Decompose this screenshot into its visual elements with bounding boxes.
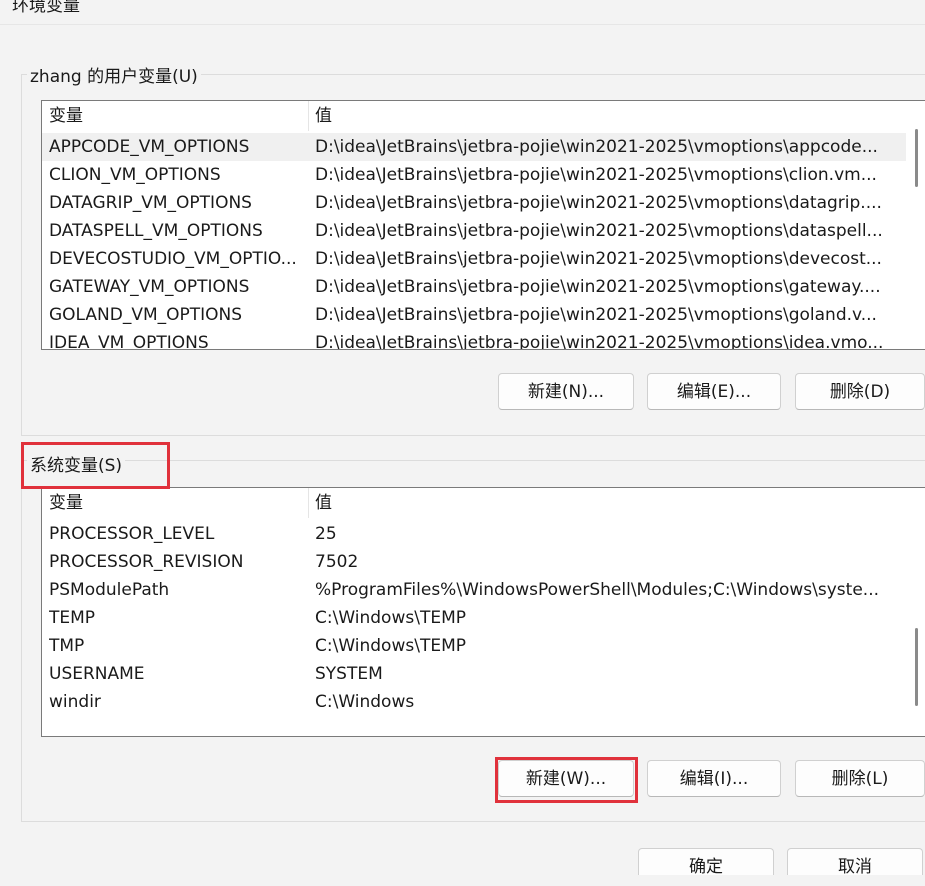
system-list-scrollbar[interactable] bbox=[906, 488, 925, 736]
table-row[interactable]: USERNAME SYSTEM bbox=[42, 660, 925, 688]
variable-name: GOLAND_VM_OPTIONS bbox=[49, 305, 243, 325]
user-edit-button[interactable]: 编辑(E)... bbox=[647, 373, 781, 410]
list-header: 变量 值 bbox=[42, 488, 925, 518]
variable-value: D:\idea\JetBrains\jetbra-pojie\win2021-2… bbox=[315, 137, 878, 157]
table-row[interactable]: DATAGRIP_VM_OPTIONS D:\idea\JetBrains\je… bbox=[42, 189, 925, 217]
column-header-value[interactable]: 值 bbox=[308, 101, 908, 131]
scrollbar-thumb[interactable] bbox=[915, 628, 918, 706]
user-delete-button[interactable]: 删除(D) bbox=[795, 373, 925, 410]
table-row[interactable]: DEVECOSTUDIO_VM_OPTIO... D:\idea\JetBrai… bbox=[42, 245, 925, 273]
column-header-value[interactable]: 值 bbox=[308, 488, 908, 518]
variable-name: windir bbox=[49, 692, 101, 712]
user-variables-list[interactable]: 变量 值 APPCODE_VM_OPTIONS D:\idea\JetBrain… bbox=[41, 100, 925, 350]
system-new-button[interactable]: 新建(W)... bbox=[498, 760, 634, 797]
user-variables-label: zhang 的用户变量(U) bbox=[27, 62, 201, 87]
window-title: 环境变量 bbox=[12, 0, 80, 16]
variable-name: DEVECOSTUDIO_VM_OPTIO... bbox=[49, 249, 297, 269]
variable-value: C:\Windows bbox=[315, 692, 415, 712]
variable-value: SYSTEM bbox=[315, 664, 383, 684]
variable-value: D:\idea\JetBrains\jetbra-pojie\win2021-2… bbox=[315, 165, 877, 185]
variable-name: APPCODE_VM_OPTIONS bbox=[49, 137, 250, 157]
variable-name: CLION_VM_OPTIONS bbox=[49, 165, 221, 185]
table-row[interactable]: windir C:\Windows bbox=[42, 688, 925, 716]
table-row[interactable]: GATEWAY_VM_OPTIONS D:\idea\JetBrains\jet… bbox=[42, 273, 925, 301]
list-header: 变量 值 bbox=[42, 101, 925, 131]
variable-name: TMP bbox=[49, 636, 85, 656]
table-row[interactable]: IDEA_VM_OPTIONS D:\idea\JetBrains\jetbra… bbox=[42, 329, 925, 350]
table-row[interactable]: CLION_VM_OPTIONS D:\idea\JetBrains\jetbr… bbox=[42, 161, 925, 189]
table-row[interactable]: APPCODE_VM_OPTIONS D:\idea\JetBrains\jet… bbox=[42, 133, 925, 161]
system-variables-list[interactable]: 变量 值 PROCESSOR_LEVEL 25 PROCESSOR_REVISI… bbox=[41, 487, 925, 737]
table-row[interactable]: PSModulePath %ProgramFiles%\WindowsPower… bbox=[42, 576, 925, 604]
table-row[interactable]: DATASPELL_VM_OPTIONS D:\idea\JetBrains\j… bbox=[42, 217, 925, 245]
variable-name: TEMP bbox=[49, 608, 96, 628]
variable-value: D:\idea\JetBrains\jetbra-pojie\win2021-2… bbox=[315, 249, 882, 269]
table-row[interactable]: GOLAND_VM_OPTIONS D:\idea\JetBrains\jetb… bbox=[42, 301, 925, 329]
variable-value: D:\idea\JetBrains\jetbra-pojie\win2021-2… bbox=[315, 305, 877, 325]
scrollbar-thumb[interactable] bbox=[915, 129, 918, 187]
cancel-button[interactable]: 取消 bbox=[787, 848, 923, 877]
user-list-scrollbar[interactable] bbox=[906, 101, 925, 349]
variable-value: C:\Windows\TEMP bbox=[315, 636, 466, 656]
variable-value: 25 bbox=[315, 524, 337, 544]
column-header-variable[interactable]: 变量 bbox=[42, 101, 308, 131]
variable-value: D:\idea\JetBrains\jetbra-pojie\win2021-2… bbox=[315, 333, 884, 350]
variable-name: PROCESSOR_LEVEL bbox=[49, 524, 215, 544]
variable-name: PROCESSOR_REVISION bbox=[49, 552, 244, 572]
variable-name: DATASPELL_VM_OPTIONS bbox=[49, 221, 263, 241]
title-bar: 环境变量 bbox=[0, 0, 925, 25]
table-row[interactable]: PROCESSOR_REVISION 7502 bbox=[42, 548, 925, 576]
table-row[interactable]: TEMP C:\Windows\TEMP bbox=[42, 604, 925, 632]
user-new-button[interactable]: 新建(N)... bbox=[498, 373, 634, 410]
variable-value: %ProgramFiles%\WindowsPowerShell\Modules… bbox=[315, 580, 879, 600]
variable-value: C:\Windows\TEMP bbox=[315, 608, 466, 628]
table-row[interactable]: TMP C:\Windows\TEMP bbox=[42, 632, 925, 660]
variable-value: D:\idea\JetBrains\jetbra-pojie\win2021-2… bbox=[315, 193, 882, 213]
table-row[interactable]: PROCESSOR_LEVEL 25 bbox=[42, 520, 925, 548]
system-delete-button[interactable]: 删除(L) bbox=[795, 760, 925, 797]
column-header-variable[interactable]: 变量 bbox=[42, 488, 308, 518]
variable-name: USERNAME bbox=[49, 664, 145, 684]
variable-name: IDEA_VM_OPTIONS bbox=[49, 333, 209, 350]
variable-name: GATEWAY_VM_OPTIONS bbox=[49, 277, 250, 297]
system-variables-label: 系统变量(S) bbox=[27, 451, 126, 476]
variable-name: DATAGRIP_VM_OPTIONS bbox=[49, 193, 252, 213]
variable-value: 7502 bbox=[315, 552, 359, 572]
variable-name: PSModulePath bbox=[49, 580, 170, 600]
variable-value: D:\idea\JetBrains\jetbra-pojie\win2021-2… bbox=[315, 221, 883, 241]
system-edit-button[interactable]: 编辑(I)... bbox=[647, 760, 781, 797]
variable-value: D:\idea\JetBrains\jetbra-pojie\win2021-2… bbox=[315, 277, 881, 297]
ok-button[interactable]: 确定 bbox=[638, 848, 774, 877]
